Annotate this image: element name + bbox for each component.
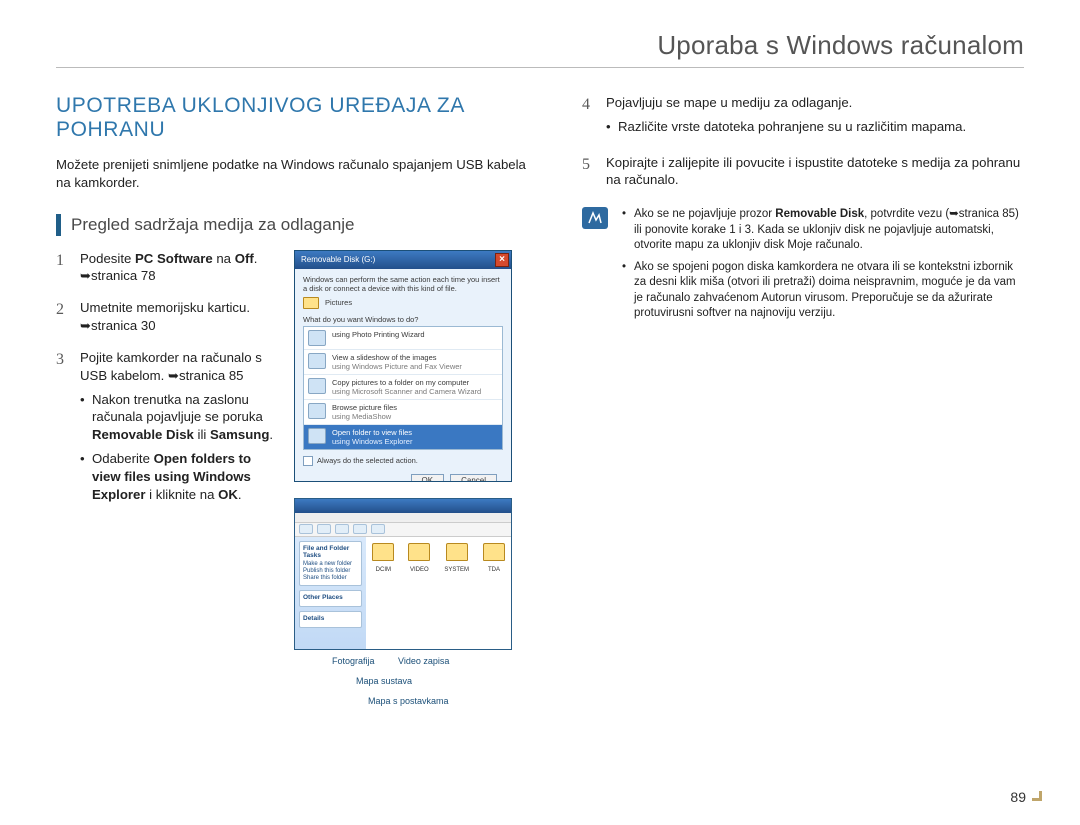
- explorer-toolbar: [295, 523, 511, 537]
- step-number: 1: [56, 250, 70, 286]
- step-number: 4: [582, 94, 596, 140]
- close-icon[interactable]: ×: [495, 253, 509, 267]
- action-icon: [308, 403, 326, 419]
- explorer-folder-pane[interactable]: DCIM VIDEO SYSTEM TDA: [366, 537, 511, 649]
- cancel-button[interactable]: Cancel: [450, 474, 497, 482]
- always-checkbox[interactable]: [303, 456, 313, 466]
- folder-label: TDA: [488, 567, 500, 573]
- removable-disk-dialog: Removable Disk (G:) × Windows can perfor…: [294, 250, 512, 482]
- callout-video: Video zapisa: [398, 656, 449, 666]
- right-steps-list: 4Pojavljuju se mape u mediju za odlaganj…: [582, 94, 1024, 189]
- pictures-folder-icon: [303, 297, 319, 309]
- sidebar-panel: Details: [299, 611, 362, 628]
- section-heading: UPOTREBA UKLONJIVOG UREĐAJA ZA POHRANU: [56, 94, 534, 142]
- dialog-action-item[interactable]: Open folder to view filesusing Windows E…: [304, 425, 502, 449]
- note-item: Ako se spojeni pogon diska kamkordera ne…: [622, 260, 1024, 322]
- back-icon[interactable]: [299, 524, 313, 534]
- folder-callouts: Fotografija Video zapisa Mapa sustava Ma…: [294, 654, 534, 718]
- always-label: Always do the selected action.: [317, 456, 418, 465]
- callout-system: Mapa sustava: [356, 676, 412, 686]
- page-edge-marker: [1032, 791, 1042, 801]
- note-icon: [582, 207, 608, 229]
- step-body: Pojite kamkorder na računalo s USB kabel…: [80, 349, 276, 510]
- ok-button[interactable]: OK: [411, 474, 445, 482]
- explorer-folder[interactable]: TDA: [483, 543, 505, 643]
- explorer-window: File and Folder TasksMake a new folderPu…: [294, 498, 512, 650]
- page-number: 89: [1010, 789, 1026, 805]
- note-item: Ako se ne pojavljuje prozor Removable Di…: [622, 207, 1024, 254]
- dialog-action-item[interactable]: Browse picture filesusing MediaShow: [304, 400, 502, 425]
- folder-icon: [446, 543, 468, 561]
- dialog-action-item[interactable]: using Photo Printing Wizard: [304, 327, 502, 350]
- subheading: Pregled sadržaja medija za odlaganje: [71, 215, 355, 235]
- dialog-action-item[interactable]: Copy pictures to a folder on my computer…: [304, 375, 502, 400]
- dialog-prompt: What do you want Windows to do?: [303, 315, 503, 324]
- note-box: Ako se ne pojavljuje prozor Removable Di…: [582, 207, 1024, 328]
- pictures-label: Pictures: [325, 298, 352, 307]
- explorer-titlebar: [295, 499, 511, 513]
- search-icon[interactable]: [353, 524, 367, 534]
- forward-icon[interactable]: [317, 524, 331, 534]
- explorer-folder[interactable]: SYSTEM: [444, 543, 469, 643]
- action-icon: [308, 378, 326, 394]
- folder-label: SYSTEM: [444, 567, 469, 573]
- sidebar-link[interactable]: Make a new folder: [303, 561, 358, 568]
- dialog-desc: Windows can perform the same action each…: [303, 275, 503, 293]
- step-body: Podesite PC Software na Off. ➥stranica 7…: [80, 250, 276, 286]
- subheading-bar: [56, 214, 61, 236]
- action-icon: [308, 330, 326, 346]
- step-sub-item: Odaberite Open folders to view files usi…: [80, 450, 276, 503]
- explorer-sidebar: File and Folder TasksMake a new folderPu…: [295, 537, 366, 649]
- step-body: Kopirajte i zalijepite ili povucite i is…: [606, 154, 1024, 190]
- section-intro: Možete prenijeti snimljene podatke na Wi…: [56, 156, 534, 192]
- folder-icon: [483, 543, 505, 561]
- folder-label: DCIM: [376, 567, 391, 573]
- step-number: 5: [582, 154, 596, 190]
- step-body: Umetnite memorijsku karticu. ➥stranica 3…: [80, 299, 276, 335]
- folder-icon: [372, 543, 394, 561]
- dialog-action-list[interactable]: using Photo Printing WizardView a slides…: [303, 326, 503, 450]
- page-header-title: Uporaba s Windows računalom: [56, 30, 1024, 61]
- sidebar-link[interactable]: Share this folder: [303, 575, 358, 582]
- left-steps-list: 1 Podesite PC Software na Off. ➥stranica …: [56, 250, 276, 718]
- action-icon: [308, 353, 326, 369]
- dialog-action-item[interactable]: View a slideshow of the imagesusing Wind…: [304, 350, 502, 375]
- action-icon: [308, 428, 326, 444]
- step-body: Pojavljuju se mape u mediju za odlaganje…: [606, 94, 1024, 140]
- step-number: 3: [56, 349, 70, 510]
- dialog-titlebar: Removable Disk (G:) ×: [295, 251, 511, 269]
- callout-settings: Mapa s postavkama: [368, 696, 449, 706]
- sidebar-link[interactable]: Publish this folder: [303, 568, 358, 575]
- dialog-title: Removable Disk (G:): [301, 255, 375, 264]
- callout-photo: Fotografija: [332, 656, 375, 666]
- sidebar-panel: File and Folder TasksMake a new folderPu…: [299, 541, 362, 587]
- step-sub-item: Nakon trenutka na zaslonu računala pojav…: [80, 391, 276, 444]
- folder-label: VIDEO: [410, 567, 429, 573]
- step-sub-item: Različite vrste datoteka pohranjene su u…: [606, 118, 1024, 136]
- up-icon[interactable]: [335, 524, 349, 534]
- explorer-menubar: [295, 513, 511, 523]
- folder-icon: [408, 543, 430, 561]
- folders-icon[interactable]: [371, 524, 385, 534]
- explorer-folder[interactable]: DCIM: [372, 543, 394, 643]
- explorer-folder[interactable]: VIDEO: [408, 543, 430, 643]
- step-number: 2: [56, 299, 70, 335]
- note-list: Ako se ne pojavljuje prozor Removable Di…: [622, 207, 1024, 328]
- sidebar-panel: Other Places: [299, 590, 362, 607]
